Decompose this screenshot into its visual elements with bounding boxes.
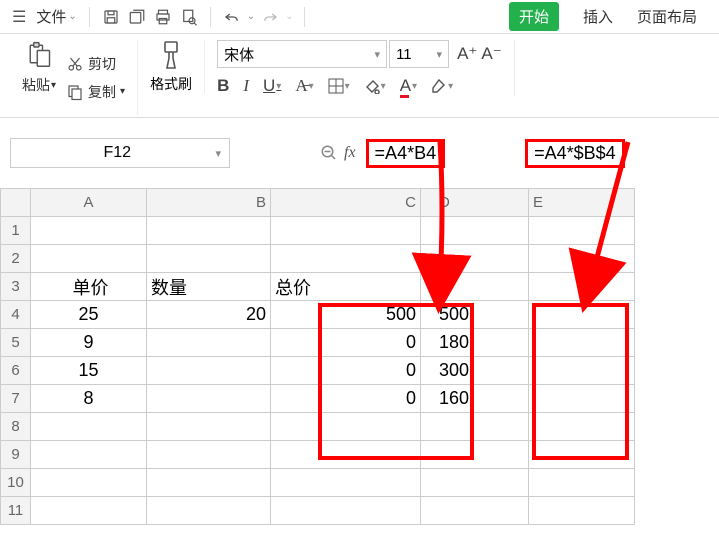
fill-color-button[interactable]: ▾ xyxy=(364,78,386,94)
row-header[interactable]: 1 xyxy=(1,217,31,245)
tab-start[interactable]: 开始 xyxy=(509,2,559,31)
formula-display-e: =A4*$B$4 xyxy=(525,139,625,168)
cell[interactable]: 单价 xyxy=(31,273,147,301)
zoom-out-icon[interactable] xyxy=(320,144,338,162)
redo-icon[interactable] xyxy=(259,6,281,28)
hamburger-icon[interactable]: ☰ xyxy=(8,7,30,27)
copy-button[interactable]: 复制▾ xyxy=(66,82,125,102)
row-header[interactable]: 5 xyxy=(1,329,31,357)
cell[interactable]: 25 xyxy=(31,301,147,329)
tab-layout[interactable]: 页面布局 xyxy=(637,2,697,31)
format-painter-button[interactable]: 格式刷 xyxy=(138,40,205,94)
row-header[interactable]: 2 xyxy=(1,245,31,273)
cell[interactable]: 20 xyxy=(147,301,271,329)
spreadsheet-grid[interactable]: A B C D E 1 2 3单价数量总价 42520500500 590180… xyxy=(0,188,719,525)
select-all-corner[interactable] xyxy=(1,189,31,217)
col-header[interactable]: E xyxy=(529,189,635,217)
brush-icon xyxy=(159,40,183,72)
font-name-select[interactable]: 宋体▾ xyxy=(217,40,387,68)
cell[interactable]: 数量 xyxy=(147,273,271,301)
cut-button[interactable]: 剪切 xyxy=(66,54,125,74)
col-header[interactable]: A xyxy=(31,189,147,217)
row-header[interactable]: 6 xyxy=(1,357,31,385)
cell[interactable]: 300 xyxy=(421,357,529,385)
row-header[interactable]: 8 xyxy=(1,413,31,441)
highlight-button[interactable]: ▾ xyxy=(431,78,453,94)
save-as-icon[interactable] xyxy=(126,6,148,28)
underline-button[interactable]: U▾ xyxy=(263,76,281,96)
font-size-select[interactable]: 11▾ xyxy=(389,40,449,68)
cell[interactable]: 15 xyxy=(31,357,147,385)
col-header[interactable]: D xyxy=(421,189,529,217)
row-header[interactable]: 11 xyxy=(1,497,31,525)
formula-bar: F12▾ fx =A4*B4 =A4*$B$4 xyxy=(0,118,719,182)
increase-font-icon[interactable]: A⁺ xyxy=(457,44,477,64)
paste-icon xyxy=(25,40,53,73)
cell[interactable]: 0 xyxy=(271,329,421,357)
tab-insert[interactable]: 插入 xyxy=(583,2,613,31)
redo-dropdown[interactable]: ⌄ xyxy=(285,11,293,22)
decrease-font-icon[interactable]: A⁻ xyxy=(481,44,501,64)
cell[interactable]: 180 xyxy=(421,329,529,357)
cell[interactable]: 160 xyxy=(421,385,529,413)
formula-display-c: =A4*B4 xyxy=(366,139,446,168)
cell[interactable]: 500 xyxy=(421,301,529,329)
undo-dropdown[interactable]: ⌄ xyxy=(247,11,255,22)
cell[interactable]: 9 xyxy=(31,329,147,357)
print-icon[interactable] xyxy=(152,6,174,28)
title-bar: ☰ 文件 ⌄ ⌄ ⌄ 开始 插入 页面布局 xyxy=(0,0,719,34)
col-header[interactable]: B xyxy=(147,189,271,217)
row-header[interactable]: 7 xyxy=(1,385,31,413)
cell[interactable]: 500 xyxy=(271,301,421,329)
font-color-button[interactable]: A▾ xyxy=(400,76,417,96)
fx-icon[interactable]: fx xyxy=(344,144,356,162)
ribbon: 粘贴▾ 剪切 复制▾ 格式刷 宋体▾ 11▾ A⁺ A⁻ B I U▾ A̶▾ … xyxy=(0,34,719,118)
col-header[interactable]: C xyxy=(271,189,421,217)
undo-icon[interactable] xyxy=(221,6,243,28)
save-icon[interactable] xyxy=(100,6,122,28)
bold-button[interactable]: B xyxy=(217,76,229,96)
cell[interactable]: 0 xyxy=(271,385,421,413)
row-header[interactable]: 3 xyxy=(1,273,31,301)
cell[interactable]: 0 xyxy=(271,357,421,385)
strikethrough-button[interactable]: A̶▾ xyxy=(295,76,313,96)
file-menu[interactable]: 文件 ⌄ xyxy=(34,6,78,27)
print-preview-icon[interactable] xyxy=(178,6,200,28)
border-button[interactable]: ▾ xyxy=(328,78,350,94)
name-box[interactable]: F12▾ xyxy=(10,138,230,168)
row-header[interactable]: 4 xyxy=(1,301,31,329)
row-header[interactable]: 9 xyxy=(1,441,31,469)
cell[interactable]: 总价 xyxy=(271,273,421,301)
row-header[interactable]: 10 xyxy=(1,469,31,497)
paste-button[interactable]: 粘贴▾ xyxy=(22,40,56,115)
italic-button[interactable]: I xyxy=(243,76,249,96)
cell[interactable]: 8 xyxy=(31,385,147,413)
